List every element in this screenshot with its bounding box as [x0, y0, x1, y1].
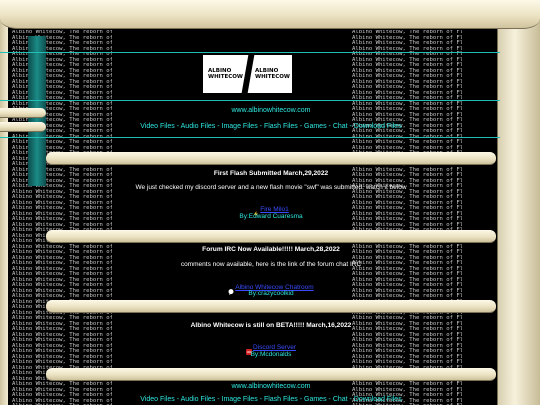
nav-link-games[interactable]: Games — [304, 396, 327, 403]
footer-site-url[interactable]: www.albinowhitecow.com — [46, 383, 496, 390]
top-scroll-band — [0, 0, 540, 29]
post-body: We just checked my discord server and a … — [135, 184, 407, 191]
logo-slash — [241, 53, 255, 95]
nav-link-games[interactable]: Games — [304, 123, 327, 130]
scroll-band — [46, 368, 496, 381]
site-url[interactable]: www.albinowhitecow.com — [46, 107, 496, 114]
site-logo[interactable]: ALBINO WHITECOW ALBINO WHITECOW — [203, 53, 292, 95]
nav-link-audio-files[interactable]: Audio Files — [181, 396, 216, 403]
scroll-band-small — [0, 122, 46, 132]
nav-link-download-files[interactable]: Download Files — [354, 396, 402, 403]
nav-link-image-files[interactable]: Image Files — [222, 123, 258, 130]
nav-link-image-files[interactable]: Image Files — [222, 396, 258, 403]
post-body: comments now available, here is the link… — [180, 261, 362, 268]
divider-line — [0, 137, 500, 138]
post-author: By:Mcdonalds — [250, 351, 292, 358]
post-title: Forum IRC Now Available!!!!! March,28,20… — [202, 246, 340, 253]
scroll-band — [46, 300, 496, 313]
chat-bubble-icon — [228, 282, 234, 295]
nav-link-flash-files[interactable]: Flash Files — [264, 123, 298, 130]
nav-link-video-files[interactable]: Video Files — [140, 123, 175, 130]
discord-icon — [246, 342, 252, 355]
logo-text-left: ALBINO WHITECOW — [208, 68, 244, 80]
post-link[interactable]: Discord Server — [253, 344, 296, 351]
nav-link-download-files[interactable]: Download Files — [354, 123, 402, 130]
nav-link-video-files[interactable]: Video Files — [140, 396, 175, 403]
scroll-band — [46, 152, 496, 165]
scroll-band — [46, 230, 496, 243]
flash-icon — [253, 204, 259, 217]
post-title: Albino Whitecow is still on BETA!!!!! Ma… — [190, 322, 352, 329]
nav-link-chat[interactable]: Chat — [333, 396, 348, 403]
left-border — [0, 0, 8, 405]
logo-text-right: ALBINO WHITECOW — [255, 68, 291, 80]
nav-link-flash-files[interactable]: Flash Files — [264, 396, 298, 403]
nav-link-audio-files[interactable]: Audio Files — [181, 123, 216, 130]
main-nav: Video Files - Audio Files - Image Files … — [46, 123, 496, 130]
post-author: By:crazycoolkid — [248, 290, 294, 297]
post-link[interactable]: Fire Milo1 — [260, 206, 289, 213]
right-pillar — [497, 0, 540, 405]
post-title: First Flash Submitted March,29,2022 — [213, 170, 329, 177]
divider-line — [0, 100, 500, 101]
post-author: By:Edward Cuaresma — [239, 213, 303, 220]
footer-nav: Video Files - Audio Files - Image Files … — [46, 396, 496, 403]
scroll-band-small — [0, 108, 46, 118]
nav-link-chat[interactable]: Chat — [333, 123, 348, 130]
